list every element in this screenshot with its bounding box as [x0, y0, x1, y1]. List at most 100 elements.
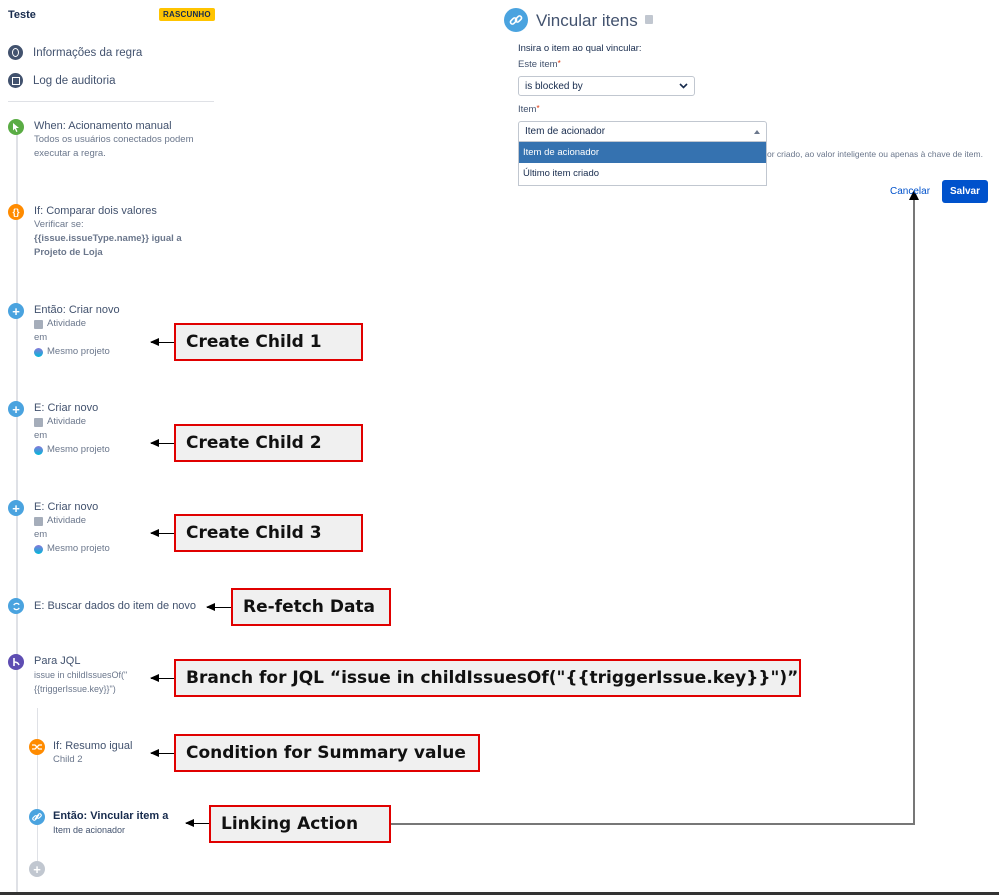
link-icon [29, 809, 45, 825]
branch-condition-node[interactable]: If: Resumo igual Child 2 [29, 739, 132, 767]
branch-title: Para JQL [34, 655, 81, 667]
refetch-title: E: Buscar dados do item de novo [34, 600, 197, 612]
em-label: em [34, 430, 48, 441]
trigger-desc: Todos os usuários conectados podem [34, 134, 194, 145]
trigger-desc: executar a regra. [34, 148, 106, 159]
instruction-text: Insira o item ao qual vincular: [518, 43, 642, 54]
item-input[interactable]: Item de acionador [518, 121, 767, 142]
issue-type-label: Atividade [47, 416, 87, 427]
callout-refetch: Re-fetch Data [231, 588, 391, 626]
project-icon [34, 347, 43, 357]
link-action-title: Então: Vincular item a [53, 810, 169, 822]
condition-desc: {{issue.issueType.name}} igual a [34, 233, 182, 244]
create-title: Então: Criar novo [34, 304, 120, 316]
project-label: Mesmo projeto [47, 543, 110, 554]
branch-icon [8, 654, 24, 670]
task-icon [34, 516, 43, 526]
help-text: or criado, ao valor inteligente ou apena… [767, 149, 983, 159]
required-mark: * [557, 59, 561, 68]
item-input-value: Item de acionador [525, 126, 606, 137]
arrow-left [150, 338, 175, 346]
audit-log-icon [8, 73, 23, 88]
connector-line [913, 198, 915, 825]
cancel-button[interactable]: Cancelar [890, 186, 930, 197]
issue-type-label: Atividade [47, 318, 87, 329]
create-title: E: Criar novo [34, 501, 99, 513]
required-mark: * [536, 104, 540, 113]
callout-branch: Branch for JQL “issue in childIssuesOf("… [174, 659, 801, 697]
link-action-target: Item de acionador [53, 825, 126, 835]
create-issue-node-3[interactable]: + E: Criar novo Atividade em Mesmo proje… [8, 500, 110, 556]
task-icon [34, 417, 43, 427]
arrow-left [150, 674, 175, 682]
branch-line [37, 708, 38, 868]
add-step-button[interactable]: + [29, 861, 45, 877]
braces-icon: {} [8, 204, 24, 220]
rule-title: Teste [8, 9, 36, 21]
branch-condition-title: If: Resumo igual [53, 740, 133, 752]
status-badge: RASCUNHO [159, 8, 215, 21]
save-button[interactable]: Salvar [942, 180, 988, 203]
project: Mesmo projeto [34, 443, 110, 457]
link-type-select[interactable]: is blocked by [518, 76, 695, 96]
issue-type: Atividade [34, 415, 110, 429]
condition-node[interactable]: {} If: Comparar dois valores Verificar s… [8, 204, 182, 260]
dropdown-option[interactable]: Último item criado [519, 163, 766, 184]
menu-item-label: Informações da regra [33, 46, 143, 59]
create-issue-node-2[interactable]: + E: Criar novo Atividade em Mesmo proje… [8, 401, 110, 457]
arrow-left [150, 529, 175, 537]
callout-create-child-1: Create Child 1 [174, 323, 363, 361]
item-label: Item* [518, 104, 540, 115]
refetch-node[interactable]: E: Buscar dados do item de novo [8, 598, 196, 614]
chevron-down-icon [679, 83, 688, 89]
condition-desc: Projeto de Loja [34, 247, 103, 258]
menu-item-rule-info[interactable]: Informações da regra [8, 45, 142, 60]
connector-line [391, 823, 915, 825]
branch-condition-value: Child 2 [53, 754, 83, 765]
item-dropdown: Item de acionador Último item criado [518, 142, 767, 186]
panel-title: Vincular itens [536, 11, 638, 30]
refresh-icon [8, 598, 24, 614]
link-action-node[interactable]: Então: Vincular item a Item de acionador [29, 809, 168, 837]
link-type-value: is blocked by [525, 80, 583, 92]
menu-item-audit-log[interactable]: Log de auditoria [8, 73, 115, 88]
trash-icon[interactable] [645, 15, 653, 24]
plus-icon: + [29, 861, 45, 877]
trigger-title: When: Acionamento manual [34, 120, 172, 132]
arrow-left [206, 603, 232, 611]
branch-jql: issue in childIssuesOf(" [34, 670, 128, 680]
em-label: em [34, 529, 48, 540]
issue-type-label: Atividade [47, 515, 87, 526]
task-icon [34, 319, 43, 329]
arrow-left [150, 749, 175, 757]
project-label: Mesmo projeto [47, 444, 110, 455]
project: Mesmo projeto [34, 542, 110, 556]
callout-create-child-2: Create Child 2 [174, 424, 363, 462]
arrow-left [150, 439, 175, 447]
link-icon [504, 8, 528, 32]
divider [8, 101, 214, 102]
callout-linking: Linking Action [209, 805, 391, 843]
condition-desc: Verificar se: [34, 219, 84, 230]
arrow-left [185, 819, 210, 827]
condition-title: If: Comparar dois valores [34, 205, 157, 217]
project-icon [34, 445, 43, 455]
info-icon [8, 45, 23, 60]
label-text: Este item [518, 59, 558, 70]
create-title: E: Criar novo [34, 402, 99, 414]
branch-node[interactable]: Para JQL issue in childIssuesOf(" {{trig… [8, 654, 127, 696]
plus-icon: + [8, 500, 24, 516]
branch-jql: {{triggerIssue.key}}") [34, 684, 116, 694]
plus-icon: + [8, 401, 24, 417]
menu-item-label: Log de auditoria [33, 74, 116, 87]
project-icon [34, 544, 43, 554]
create-issue-node-1[interactable]: + Então: Criar novo Atividade em Mesmo p… [8, 303, 120, 359]
issue-type: Atividade [34, 317, 120, 331]
shuffle-icon [29, 739, 45, 755]
trigger-node[interactable]: When: Acionamento manual Todos os usuári… [8, 119, 194, 161]
dropdown-option[interactable]: Item de acionador [519, 142, 766, 163]
this-item-label: Este item* [518, 59, 561, 70]
label-text: Item [518, 104, 537, 115]
cursor-icon [8, 119, 24, 135]
callout-condition: Condition for Summary value [174, 734, 480, 772]
